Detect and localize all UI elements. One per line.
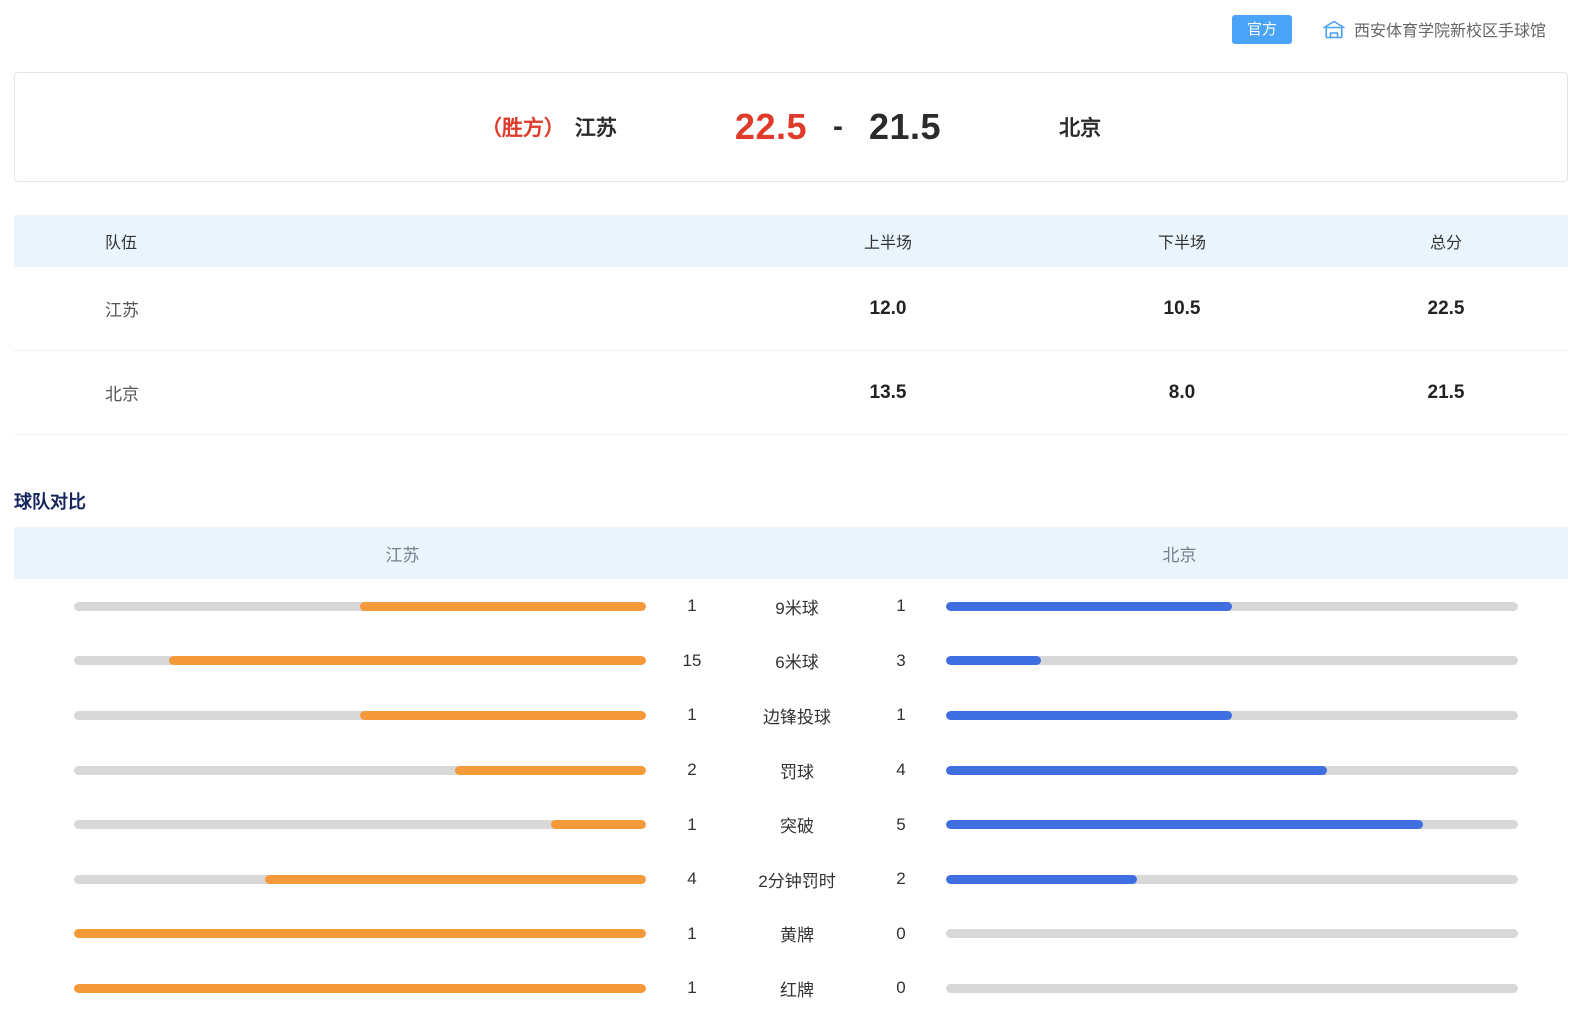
table-row: 北京 13.5 8.0 21.5 bbox=[14, 351, 1568, 435]
right-stat-value: 5 bbox=[856, 815, 946, 835]
home-team-name: 江苏 bbox=[575, 112, 617, 142]
right-bar-fill bbox=[946, 820, 1423, 829]
right-bar-track bbox=[946, 656, 1518, 665]
right-bar-track bbox=[946, 929, 1518, 938]
left-bar-track bbox=[74, 602, 646, 611]
first-half-cell: 13.5 bbox=[736, 382, 1040, 404]
right-stat-value: 0 bbox=[856, 924, 946, 944]
right-bar-fill bbox=[946, 656, 1041, 665]
score-table-header: 队伍 上半场 下半场 总分 bbox=[14, 215, 1568, 267]
official-badge[interactable]: 官方 bbox=[1232, 15, 1292, 44]
left-stat-value: 4 bbox=[646, 869, 738, 889]
winner-label: （胜方） bbox=[481, 112, 565, 142]
left-bar-track bbox=[74, 820, 646, 829]
col-header-first-half: 上半场 bbox=[736, 229, 1040, 253]
left-stat-value: 15 bbox=[646, 651, 738, 671]
left-bar-track bbox=[74, 766, 646, 775]
stat-row: 1 黄牌 0 bbox=[74, 907, 1518, 962]
right-bar-fill bbox=[946, 602, 1232, 611]
score-table: 队伍 上半场 下半场 总分 江苏 12.0 10.5 22.5 北京 13.5 … bbox=[14, 215, 1568, 435]
venue: 西安体育学院新校区手球馆 bbox=[1322, 17, 1546, 41]
left-bar-fill bbox=[74, 984, 646, 993]
stat-row: 2 罚球 4 bbox=[74, 743, 1518, 798]
comparison-section-title: 球队对比 bbox=[14, 488, 1582, 514]
right-bar-track bbox=[946, 602, 1518, 611]
left-bar-fill bbox=[169, 656, 646, 665]
right-bar-track bbox=[946, 766, 1518, 775]
left-bar-fill bbox=[551, 820, 646, 829]
col-header-total: 总分 bbox=[1324, 229, 1568, 253]
right-stat-value: 0 bbox=[856, 978, 946, 998]
right-bar-fill bbox=[946, 875, 1137, 884]
team-name-cell: 北京 bbox=[14, 380, 736, 405]
left-bar-fill bbox=[360, 602, 646, 611]
stat-label: 6米球 bbox=[738, 648, 856, 673]
left-stat-value: 2 bbox=[646, 760, 738, 780]
stat-row: 1 边锋投球 1 bbox=[74, 688, 1518, 743]
total-cell: 22.5 bbox=[1324, 298, 1568, 320]
right-bar-track bbox=[946, 820, 1518, 829]
total-cell: 21.5 bbox=[1324, 382, 1568, 404]
home-team-block: （胜方） 江苏 bbox=[481, 112, 617, 142]
comparison-left-team: 江苏 bbox=[14, 527, 791, 579]
col-header-second-half: 下半场 bbox=[1040, 229, 1324, 253]
second-half-cell: 8.0 bbox=[1040, 382, 1324, 404]
left-bar-fill bbox=[74, 929, 646, 938]
right-bar-fill bbox=[946, 711, 1232, 720]
stat-row: 1 突破 5 bbox=[74, 797, 1518, 852]
stat-label: 9米球 bbox=[738, 594, 856, 619]
stat-label: 红牌 bbox=[738, 976, 856, 1001]
score-group: 22.5 - 21.5 bbox=[735, 106, 941, 148]
right-bar-fill bbox=[946, 766, 1327, 775]
comparison-right-team: 北京 bbox=[791, 527, 1568, 579]
stat-label: 突破 bbox=[738, 812, 856, 837]
team-name-cell: 江苏 bbox=[14, 296, 736, 321]
stadium-building-icon bbox=[1322, 19, 1346, 40]
right-stat-value: 1 bbox=[856, 596, 946, 616]
left-bar-track bbox=[74, 984, 646, 993]
right-stat-value: 2 bbox=[856, 869, 946, 889]
stat-label: 2分钟罚时 bbox=[738, 867, 856, 892]
left-bar-track bbox=[74, 711, 646, 720]
right-stat-value: 4 bbox=[856, 760, 946, 780]
left-bar-track bbox=[74, 875, 646, 884]
left-bar-track bbox=[74, 929, 646, 938]
away-team-name: 北京 bbox=[1059, 112, 1101, 142]
first-half-cell: 12.0 bbox=[736, 298, 1040, 320]
right-stat-value: 3 bbox=[856, 651, 946, 671]
stat-label: 边锋投球 bbox=[738, 703, 856, 728]
left-bar-fill bbox=[265, 875, 646, 884]
left-stat-value: 1 bbox=[646, 705, 738, 725]
stat-row: 1 红牌 0 bbox=[74, 961, 1518, 1016]
col-header-team: 队伍 bbox=[14, 229, 736, 253]
stat-row: 15 6米球 3 bbox=[74, 634, 1518, 689]
stat-label: 黄牌 bbox=[738, 921, 856, 946]
left-stat-value: 1 bbox=[646, 815, 738, 835]
stat-row: 1 9米球 1 bbox=[74, 579, 1518, 634]
left-bar-track bbox=[74, 656, 646, 665]
away-score: 21.5 bbox=[869, 106, 941, 148]
right-bar-track bbox=[946, 984, 1518, 993]
second-half-cell: 10.5 bbox=[1040, 298, 1324, 320]
left-bar-fill bbox=[455, 766, 646, 775]
table-row: 江苏 12.0 10.5 22.5 bbox=[14, 267, 1568, 351]
left-stat-value: 1 bbox=[646, 596, 738, 616]
stat-label: 罚球 bbox=[738, 758, 856, 783]
left-bar-fill bbox=[360, 711, 646, 720]
score-card: （胜方） 江苏 22.5 - 21.5 北京 bbox=[14, 72, 1568, 182]
left-stat-value: 1 bbox=[646, 978, 738, 998]
stat-row: 4 2分钟罚时 2 bbox=[74, 852, 1518, 907]
comparison-rows: 1 9米球 1 15 6米球 3 1 边锋投球 1 2 罚球 4 1 突破 5 … bbox=[14, 579, 1568, 1016]
right-bar-track bbox=[946, 711, 1518, 720]
top-bar: 官方 西安体育学院新校区手球馆 bbox=[0, 0, 1582, 46]
right-bar-track bbox=[946, 875, 1518, 884]
left-stat-value: 1 bbox=[646, 924, 738, 944]
score-separator: - bbox=[833, 110, 843, 144]
comparison-header: 江苏 北京 bbox=[14, 527, 1568, 579]
venue-name: 西安体育学院新校区手球馆 bbox=[1354, 17, 1546, 41]
right-stat-value: 1 bbox=[856, 705, 946, 725]
home-score: 22.5 bbox=[735, 106, 807, 148]
